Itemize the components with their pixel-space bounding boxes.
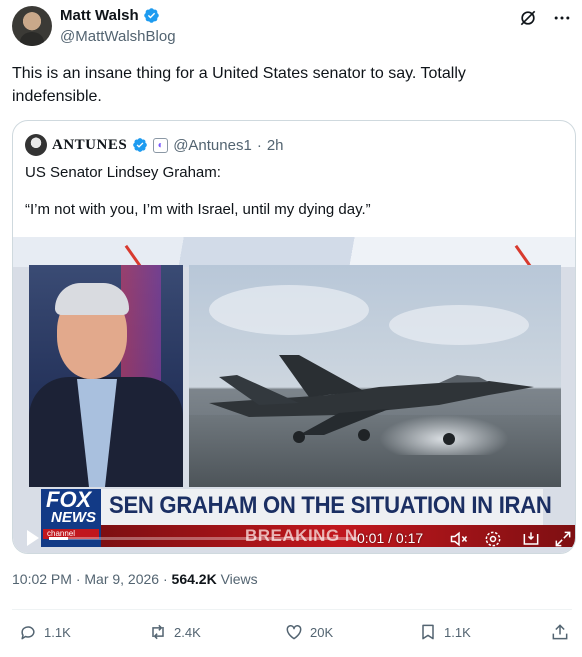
play-icon[interactable] [27,530,39,546]
divider [12,609,572,610]
quoted-post-time: 2h [266,136,284,154]
more-icon[interactable] [552,8,572,28]
video-player[interactable]: SEN GRAHAM ON THE SITUATION IN IRAN BREA… [13,237,575,553]
like-count: 20K [310,624,334,640]
author-handle[interactable]: @MattWalshBlog [60,28,176,45]
settings-icon[interactable] [483,529,503,549]
quoted-author-name: ANTUNES [52,136,128,153]
verified-badge-icon[interactable] [143,7,160,24]
top-actions [518,8,572,28]
post-text: This is an insane thing for a United Sta… [12,65,466,105]
repost-count: 2.4K [174,624,201,640]
reply-count: 1.1K [44,624,71,640]
bookmark-count: 1.1K [444,624,471,640]
video-progress-fill [49,537,68,540]
video-progress-bar[interactable] [49,537,359,540]
heart-icon [286,624,302,640]
quoted-post-header: ANTUNES ◐ @Antunes1 · 2h [25,134,284,156]
post-meta: 10:02 PM · Mar 9, 2026 · 564.2K Views [12,571,258,587]
bookmark-icon [422,624,434,640]
post-timestamp[interactable]: 10:02 PM · Mar 9, 2026 · [12,571,172,587]
quoted-separator: · [256,136,262,154]
video-background [13,237,575,267]
affiliate-badge-icon: ◐ [153,137,169,153]
fighter-jet-icon [209,355,534,445]
post-actions: 1.1K 2.4K 20K 1.1K [18,622,572,646]
quoted-post-text-line1: US Senator Lindsey Graham: [25,164,221,181]
share-icon [552,624,568,640]
bookmark-button[interactable]: 1.1K [418,622,471,642]
views-count: 564.2K [171,571,217,587]
repost-button[interactable]: 2.4K [148,622,201,642]
video-time: 0:01 / 0:17 [357,530,424,546]
like-button[interactable]: 20K [284,622,333,642]
reply-icon [21,626,35,640]
fullscreen-icon[interactable] [553,529,573,549]
share-button[interactable] [550,622,570,642]
picture-in-picture-icon[interactable] [521,529,541,549]
video-controls: 0:01 / 0:17 [13,523,575,553]
author-name-row: Matt Walsh [60,7,160,24]
post-header: Matt Walsh @MattWalshBlog [12,4,572,48]
video-frame-senator [29,265,183,487]
quoted-post[interactable]: ANTUNES ◐ @Antunes1 · 2h US Senator Lind… [12,120,576,554]
quoted-post-text-line2: “I’m not with you, I’m with Israel, unti… [25,201,371,218]
author-avatar[interactable] [12,6,52,46]
quoted-author-avatar [25,134,47,156]
views-label: Views [216,571,258,587]
quoted-author-handle: @Antunes1 [173,136,252,154]
author-display-name[interactable]: Matt Walsh [60,7,139,24]
mute-icon[interactable] [449,529,469,549]
video-frame-jet [189,265,561,487]
reply-button[interactable]: 1.1K [18,622,71,642]
quoted-verified-badge-icon [133,138,148,152]
grok-icon[interactable] [518,8,538,28]
repost-icon [152,624,164,640]
news-headline: SEN GRAHAM ON THE SITUATION IN IRAN [109,492,552,519]
